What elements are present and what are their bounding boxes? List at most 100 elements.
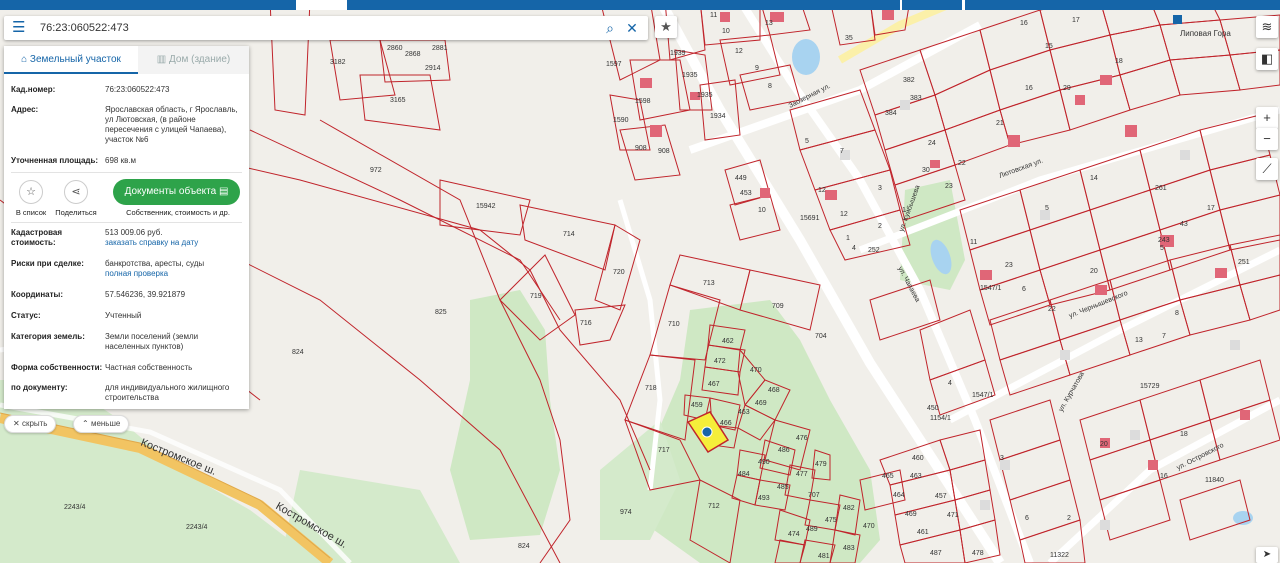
parcel-number: 482 bbox=[843, 505, 855, 512]
building-icon: ▥ bbox=[156, 54, 170, 65]
top-bar-segment bbox=[0, 0, 296, 10]
parcel-number: 717 bbox=[658, 447, 670, 454]
add-to-list-button[interactable]: ☆ В список bbox=[12, 180, 50, 217]
add-to-list-label: В список bbox=[15, 208, 47, 217]
ruler-icon[interactable]: ⟋ bbox=[1256, 158, 1278, 180]
cadnum-link[interactable]: 76:23:060522:473 bbox=[105, 85, 241, 95]
zoom-out-button[interactable]: − bbox=[1256, 128, 1278, 150]
parcel-number: 1154/1 bbox=[930, 415, 951, 422]
parcel-number: 1935 bbox=[682, 72, 698, 79]
parcel-number: 466 bbox=[720, 420, 732, 427]
panel-tabs: ⌂ Земельный участок ▥ Дом (здание) bbox=[4, 46, 249, 74]
parcel-number: 16 bbox=[1025, 85, 1033, 92]
pond bbox=[792, 39, 820, 75]
parcel-number: 29 bbox=[1063, 85, 1071, 92]
order-certificate-link[interactable]: заказать справку на дату bbox=[105, 238, 241, 248]
parcel-number: 1598 bbox=[635, 98, 651, 105]
risk-row: Риски при сделке: банкротства, аресты, с… bbox=[11, 259, 245, 283]
close-icon[interactable]: ✕ bbox=[624, 20, 640, 36]
parcel-number: 252 bbox=[868, 247, 880, 254]
ownership-label: Форма собственности: bbox=[11, 363, 103, 372]
parcel-number: 383 bbox=[910, 95, 922, 102]
parcel-number: 490 bbox=[758, 459, 770, 466]
bus-stop-icon bbox=[1173, 15, 1182, 24]
parcel-number: 483 bbox=[843, 545, 855, 552]
parcel-number: 487 bbox=[930, 550, 942, 557]
parcel-number: 465 bbox=[882, 473, 894, 480]
purpose-row: по документу: для индивидуального жилищн… bbox=[11, 383, 245, 405]
parcel-number: 824 bbox=[292, 349, 304, 356]
parcel-number: 21 bbox=[996, 120, 1004, 127]
parcel-number: 5 bbox=[1160, 245, 1164, 252]
parcel-marker[interactable] bbox=[701, 426, 713, 438]
magnifier-icon[interactable]: ⌕ bbox=[602, 20, 618, 36]
search-input[interactable] bbox=[36, 16, 596, 40]
star-icon[interactable]: ★ bbox=[655, 16, 677, 38]
parcel-number: 1939 bbox=[670, 50, 686, 57]
parcel-number: 463 bbox=[910, 473, 922, 480]
hamburger-icon[interactable]: ☰ bbox=[12, 20, 28, 36]
parcel-number: 6 bbox=[1022, 286, 1026, 293]
parcel-number: 460 bbox=[912, 455, 924, 462]
hide-panel-button[interactable]: ✕ скрыть bbox=[4, 415, 57, 433]
parcel-number: 3 bbox=[878, 185, 882, 192]
parcel-number: 12 bbox=[735, 48, 743, 55]
cost-amount: 513 009.06 руб. bbox=[105, 228, 163, 237]
parcel-number: 461 bbox=[917, 529, 929, 536]
less-button[interactable]: ⌃ меньше bbox=[73, 415, 130, 433]
parcel-number: 472 bbox=[714, 358, 726, 365]
tab-building[interactable]: ▥ Дом (здание) bbox=[138, 46, 249, 74]
land-plot-icon: ⌂ bbox=[21, 54, 30, 65]
document-icon: ▤ bbox=[218, 186, 229, 197]
parcel-number: 825 bbox=[435, 309, 447, 316]
parcel-number: 469 bbox=[905, 511, 917, 518]
parcel-number: 8 bbox=[1175, 310, 1179, 317]
parcel-number: 3182 bbox=[330, 59, 346, 66]
category-row: Категория земель: Земли поселений (земли… bbox=[11, 332, 245, 354]
parcel-number: 449 bbox=[735, 175, 747, 182]
cadnum-label: Кад.номер: bbox=[11, 85, 56, 94]
address-label: Адрес: bbox=[11, 105, 39, 114]
search-bar: ☰ ⌕ ✕ bbox=[4, 16, 648, 40]
parcel-number: 485 bbox=[777, 484, 789, 491]
place-name: Липовая Гора bbox=[1180, 29, 1231, 38]
tab-land-plot[interactable]: ⌂ Земельный участок bbox=[4, 46, 138, 74]
hide-label: скрыть bbox=[21, 419, 48, 428]
parcel-number: 713 bbox=[703, 280, 715, 287]
divider bbox=[11, 172, 242, 173]
parcel-number: 2914 bbox=[425, 65, 441, 72]
object-documents-button[interactable]: Документы объекта ▤ bbox=[113, 179, 240, 205]
compass-icon[interactable]: ➤ bbox=[1256, 547, 1278, 563]
parcel-number: 470 bbox=[750, 367, 762, 374]
parcel-number: 720 bbox=[613, 269, 625, 276]
parcel-number: 18 bbox=[1115, 58, 1123, 65]
risk-value: банкротства, аресты, суды полная проверка bbox=[105, 259, 241, 279]
parcel-number: 20 bbox=[1090, 268, 1098, 275]
parcel-number: 23 bbox=[1005, 262, 1013, 269]
zoom-in-button[interactable]: + bbox=[1256, 107, 1278, 129]
parcel-number: 12 bbox=[818, 187, 826, 194]
parcel-number: 11840 bbox=[1205, 477, 1224, 484]
basemap-icon[interactable]: ◧ bbox=[1256, 48, 1278, 70]
info-panel: ⌂ Земельный участок ▥ Дом (здание) Кад.н… bbox=[4, 46, 249, 409]
parcel-number: 489 bbox=[806, 526, 818, 533]
parcel-number: 1597 bbox=[606, 61, 622, 68]
full-check-link[interactable]: полная проверка bbox=[105, 269, 241, 279]
category-label: Категория земель: bbox=[11, 332, 85, 341]
cost-label: Кадастровая стоимость: bbox=[11, 228, 63, 247]
share-button[interactable]: ⋖ Поделиться bbox=[54, 180, 98, 217]
parcel-number: 908 bbox=[658, 148, 670, 155]
chevron-up-icon: ⌃ bbox=[82, 419, 91, 428]
parcel-number: 13 bbox=[1135, 337, 1143, 344]
parcel-number: 15691 bbox=[800, 215, 820, 222]
less-label: меньше bbox=[90, 419, 121, 428]
parcel-number: 384 bbox=[885, 110, 897, 117]
tab-land-label: Земельный участок bbox=[29, 54, 121, 65]
coord-label: Координаты: bbox=[11, 290, 64, 299]
parcel-number: 716 bbox=[580, 320, 592, 327]
layers-icon[interactable]: ≋ bbox=[1256, 16, 1278, 38]
parcel-number: 908 bbox=[635, 145, 647, 152]
parcel-number: 251 bbox=[1238, 259, 1250, 266]
divider bbox=[11, 222, 242, 223]
parcel-number: 16 bbox=[1020, 20, 1028, 27]
